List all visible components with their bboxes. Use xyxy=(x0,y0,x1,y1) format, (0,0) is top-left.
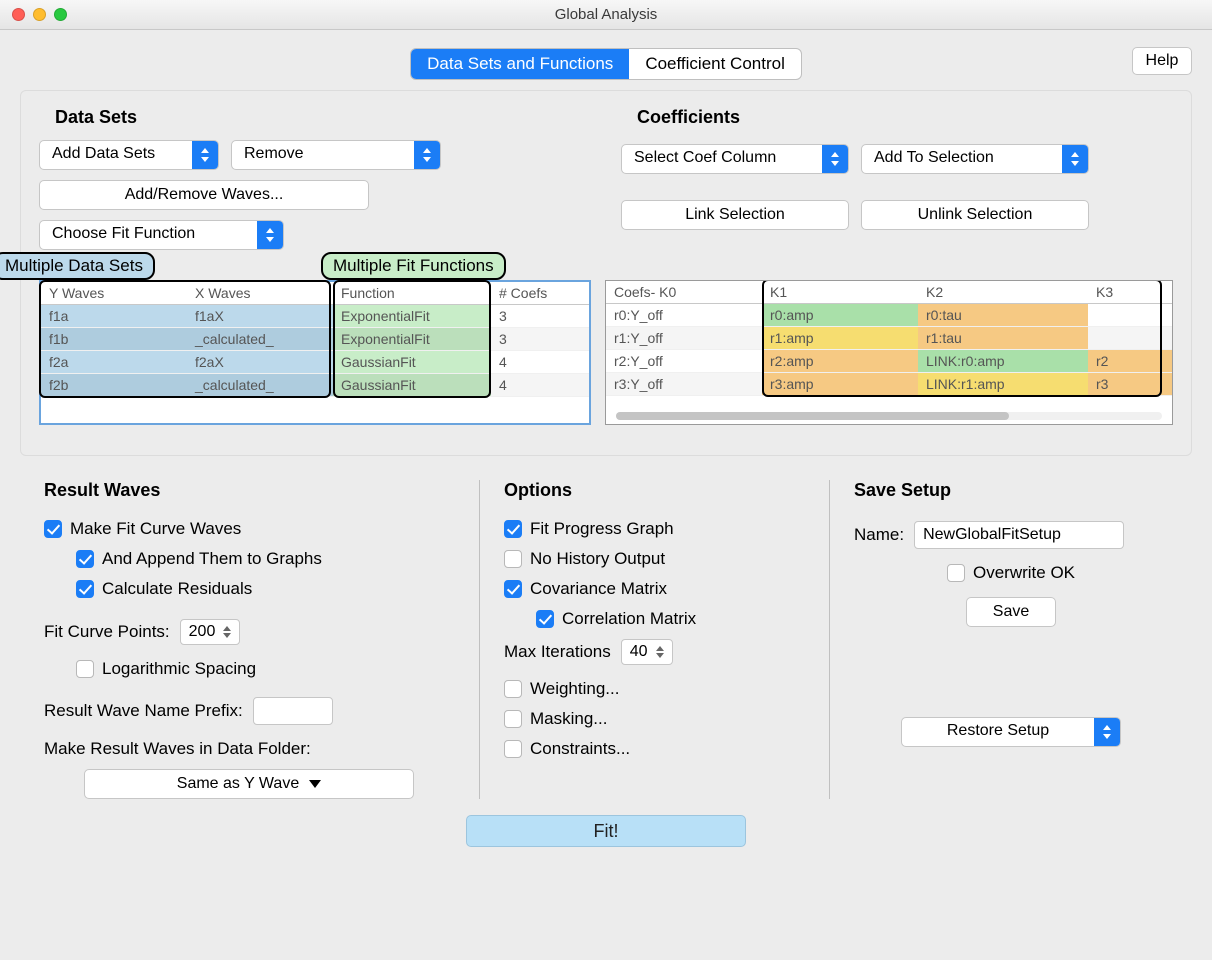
chk-covariance[interactable]: Covariance Matrix xyxy=(504,579,805,599)
col-k0: Coefs- K0 xyxy=(606,281,762,304)
h-scrollbar[interactable] xyxy=(616,412,1162,420)
datasets-table-wrap: Multiple Data Sets Multiple Fit Function… xyxy=(39,280,591,425)
make-folder-label: Make Result Waves in Data Folder: xyxy=(44,739,455,759)
checkbox-icon xyxy=(76,660,94,678)
table-row: r3:Y_offr3:ampLINK:r1:ampr3 xyxy=(606,373,1172,396)
chk-masking[interactable]: Masking... xyxy=(504,709,805,729)
result-folder-select[interactable]: Same as Y Wave xyxy=(84,769,414,799)
stepper-icon xyxy=(223,620,239,644)
chk-weighting[interactable]: Weighting... xyxy=(504,679,805,699)
prefix-input[interactable] xyxy=(253,697,333,725)
checkbox-icon xyxy=(536,610,554,628)
add-data-sets-select[interactable]: Add Data Sets xyxy=(39,140,219,170)
chk-no-history[interactable]: No History Output xyxy=(504,549,805,569)
checkbox-icon xyxy=(76,550,94,568)
checkbox-icon xyxy=(504,520,522,538)
tab-bar: Data Sets and Functions Coefficient Cont… xyxy=(410,48,802,80)
choose-fit-function-select[interactable]: Choose Fit Function xyxy=(39,220,284,250)
chk-constraints[interactable]: Constraints... xyxy=(504,739,805,759)
chevron-updown-icon xyxy=(192,141,218,169)
col-function: Function xyxy=(333,282,491,305)
zoom-icon[interactable] xyxy=(54,8,67,21)
max-iter-label: Max Iterations xyxy=(504,642,611,662)
result-waves-heading: Result Waves xyxy=(44,480,455,501)
fit-button[interactable]: Fit! xyxy=(466,815,746,847)
triangle-down-icon xyxy=(309,780,321,788)
add-remove-waves-button[interactable]: Add/Remove Waves... xyxy=(39,180,369,210)
table-row: r2:Y_offr2:ampLINK:r0:ampr2 xyxy=(606,350,1172,373)
table-row: r1:Y_offr1:ampr1:tau xyxy=(606,327,1172,350)
checkbox-icon xyxy=(44,520,62,538)
tab-coef-control[interactable]: Coefficient Control xyxy=(629,49,801,79)
table-row: f1af1aXExponentialFit3 xyxy=(41,305,589,328)
tab-datasets[interactable]: Data Sets and Functions xyxy=(411,49,629,79)
datasets-heading: Data Sets xyxy=(55,107,599,128)
table-row: f1b_calculated_ExponentialFit3 xyxy=(41,328,589,351)
add-to-selection-select[interactable]: Add To Selection xyxy=(861,144,1089,174)
minimize-icon[interactable] xyxy=(33,8,46,21)
checkbox-icon xyxy=(504,680,522,698)
link-selection-button[interactable]: Link Selection xyxy=(621,200,849,230)
chk-overwrite[interactable]: Overwrite OK xyxy=(854,563,1168,583)
col-ywaves: Y Waves xyxy=(41,282,187,305)
col-ncoefs: # Coefs xyxy=(491,282,589,305)
chk-append-graphs[interactable]: And Append Them to Graphs xyxy=(76,549,455,569)
callout-mff: Multiple Fit Functions xyxy=(321,252,506,280)
select-coef-column-select[interactable]: Select Coef Column xyxy=(621,144,849,174)
chk-log-spacing[interactable]: Logarithmic Spacing xyxy=(76,659,455,679)
coefs-table[interactable]: Coefs- K0 K1 K2 K3 r0:Y_offr0:ampr0:tau … xyxy=(606,281,1172,396)
chevron-updown-icon xyxy=(822,145,848,173)
table-row: f2b_calculated_GaussianFit4 xyxy=(41,374,589,397)
save-setup-heading: Save Setup xyxy=(854,480,1168,501)
chk-make-fit-curve[interactable]: Make Fit Curve Waves xyxy=(44,519,455,539)
remove-select[interactable]: Remove xyxy=(231,140,441,170)
col-k1: K1 xyxy=(762,281,918,304)
coefs-heading: Coefficients xyxy=(637,107,1173,128)
chevron-updown-icon xyxy=(1094,718,1120,746)
col-k3: K3 xyxy=(1088,281,1172,304)
close-icon[interactable] xyxy=(12,8,25,21)
name-input[interactable] xyxy=(914,521,1124,549)
chk-correlation[interactable]: Correlation Matrix xyxy=(536,609,805,629)
titlebar: Global Analysis xyxy=(0,0,1212,30)
window-title: Global Analysis xyxy=(555,6,658,23)
name-label: Name: xyxy=(854,525,904,545)
help-button[interactable]: Help xyxy=(1132,47,1192,75)
checkbox-icon xyxy=(504,580,522,598)
fit-curve-points-input[interactable]: 200 xyxy=(180,619,241,645)
datasets-table[interactable]: Y Waves X Waves Function # Coefs f1af1aX… xyxy=(41,282,589,397)
options-heading: Options xyxy=(504,480,805,501)
stepper-icon xyxy=(656,640,672,664)
checkbox-icon xyxy=(504,710,522,728)
callout-mds: Multiple Data Sets xyxy=(0,252,155,280)
chk-calc-residuals[interactable]: Calculate Residuals xyxy=(76,579,455,599)
chevron-updown-icon xyxy=(1062,145,1088,173)
coefs-table-wrap: Arbitrary Linkage Coefs- K0 K1 K2 K3 r0:… xyxy=(605,280,1173,425)
chevron-updown-icon xyxy=(257,221,283,249)
checkbox-icon xyxy=(504,740,522,758)
prefix-label: Result Wave Name Prefix: xyxy=(44,701,243,721)
unlink-selection-button[interactable]: Unlink Selection xyxy=(861,200,1089,230)
checkbox-icon xyxy=(76,580,94,598)
fit-curve-points-label: Fit Curve Points: xyxy=(44,622,170,642)
col-xwaves: X Waves xyxy=(187,282,333,305)
table-row: f2af2aXGaussianFit4 xyxy=(41,351,589,374)
max-iter-input[interactable]: 40 xyxy=(621,639,673,665)
save-button[interactable]: Save xyxy=(966,597,1056,627)
chk-fit-progress[interactable]: Fit Progress Graph xyxy=(504,519,805,539)
chevron-updown-icon xyxy=(414,141,440,169)
checkbox-icon xyxy=(504,550,522,568)
col-k2: K2 xyxy=(918,281,1088,304)
traffic-lights xyxy=(12,8,67,21)
checkbox-icon xyxy=(947,564,965,582)
table-row: r0:Y_offr0:ampr0:tau xyxy=(606,304,1172,327)
restore-setup-select[interactable]: Restore Setup xyxy=(901,717,1121,747)
